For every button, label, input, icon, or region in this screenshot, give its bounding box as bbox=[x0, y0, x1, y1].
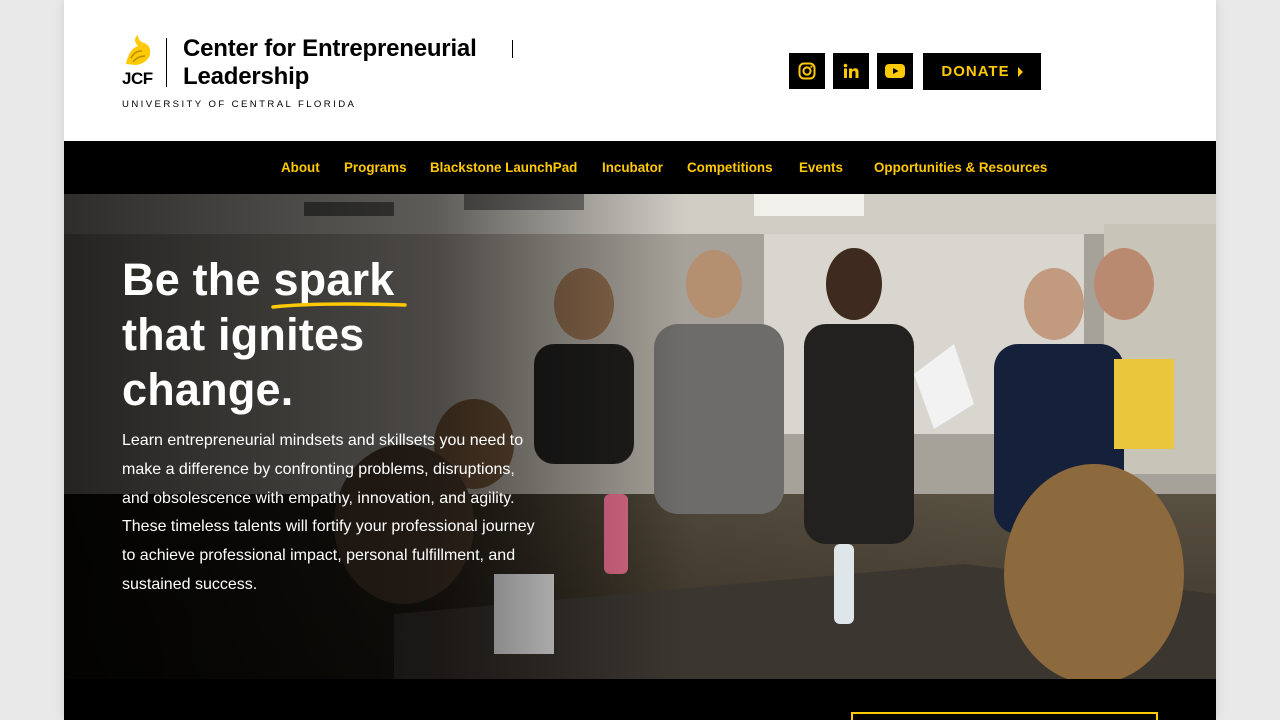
linkedin-link[interactable] bbox=[833, 53, 869, 89]
instagram-link[interactable] bbox=[789, 53, 825, 89]
nav-item-about[interactable]: About bbox=[281, 141, 320, 194]
logo-title-line2: Leadership bbox=[183, 63, 310, 90]
donate-label: DONATE bbox=[941, 63, 1010, 80]
headline-line1: Be the spark bbox=[122, 252, 408, 309]
site-header: JCF Center for Entrepreneurial Leadershi… bbox=[64, 0, 1216, 141]
headline-prefix: Be the bbox=[122, 254, 274, 305]
logo-divider bbox=[166, 38, 167, 87]
headline-highlight: spark bbox=[271, 252, 408, 309]
logo-title-line1: Center for Entrepreneurial bbox=[183, 35, 477, 62]
youtube-link[interactable] bbox=[877, 53, 913, 89]
logo-edge-rule bbox=[512, 40, 513, 58]
donate-button[interactable]: DONATE bbox=[923, 53, 1041, 90]
linkedin-icon bbox=[843, 63, 859, 78]
pegasus-logo-icon bbox=[126, 35, 151, 65]
caret-right-icon bbox=[1017, 66, 1023, 77]
nav-item-opportunities-resources[interactable]: Opportunities & Resources bbox=[874, 141, 1047, 194]
outlined-button[interactable] bbox=[851, 712, 1158, 720]
nav-item-incubator[interactable]: Incubator bbox=[602, 141, 663, 194]
yellow-underline-icon bbox=[271, 302, 408, 309]
hero-section: Be the spark that ignites change. Learn … bbox=[64, 194, 1216, 679]
hero-description: Learn entrepreneurial mindsets and skill… bbox=[122, 432, 535, 593]
nav-item-events[interactable]: Events bbox=[799, 141, 843, 194]
page: JCF Center for Entrepreneurial Leadershi… bbox=[64, 0, 1216, 720]
headline-highlight-text: spark bbox=[273, 254, 395, 305]
hero-headline: Be the spark that ignites change. bbox=[122, 252, 408, 417]
headline-line2: that ignites bbox=[122, 309, 365, 360]
next-section bbox=[64, 679, 1216, 720]
nav-item-programs[interactable]: Programs bbox=[344, 141, 407, 194]
main-nav: About Programs Blackstone LaunchPad Incu… bbox=[64, 141, 1216, 194]
site-logo[interactable]: JCF Center for Entrepreneurial Leadershi… bbox=[122, 34, 517, 112]
logo-title: Center for Entrepreneurial Leadership bbox=[183, 35, 515, 91]
logo-subtitle: UNIVERSITY OF CENTRAL FLORIDA bbox=[122, 99, 357, 110]
youtube-icon bbox=[885, 64, 905, 78]
nav-item-blackstone-launchpad[interactable]: Blackstone LaunchPad bbox=[430, 141, 577, 194]
headline-line3: change. bbox=[122, 364, 294, 415]
logo-jcf: JCF bbox=[122, 69, 153, 88]
nav-item-competitions[interactable]: Competitions bbox=[687, 141, 773, 194]
instagram-icon bbox=[798, 62, 816, 80]
